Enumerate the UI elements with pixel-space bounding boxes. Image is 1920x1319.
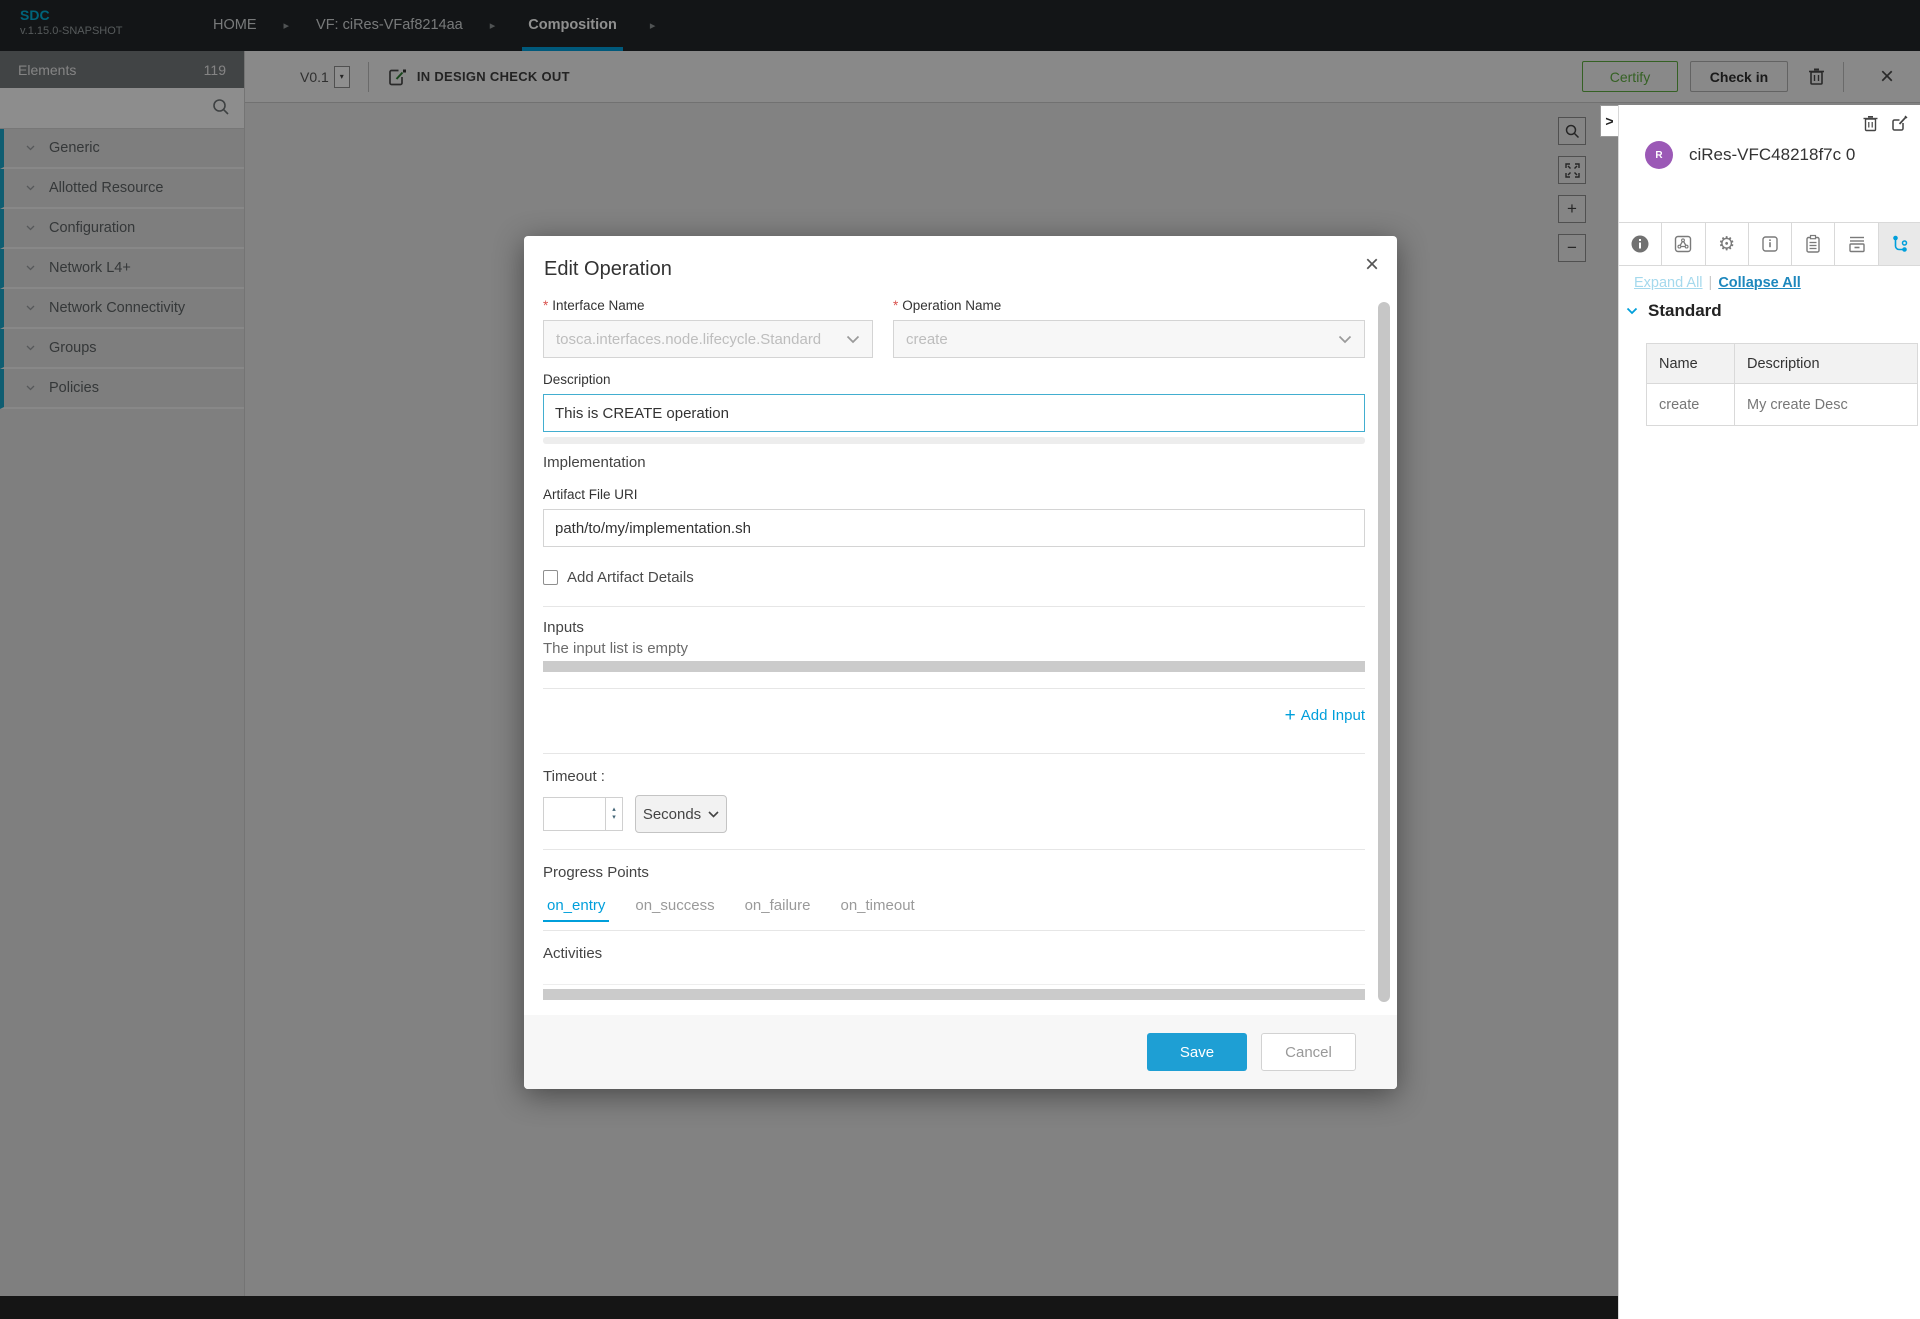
timeout-unit-select[interactable]: Seconds [635,795,727,833]
delete-component-icon[interactable] [1863,115,1878,132]
add-artifact-details-label: Add Artifact Details [567,569,694,586]
interface-name-label: *Interface Name [543,298,873,313]
modal-footer: Save Cancel [524,1015,1397,1089]
link-separator: | [1709,275,1713,291]
section-divider [543,849,1365,850]
required-marker: * [893,298,898,313]
chevron-down-icon [1626,307,1638,315]
tab-on-success[interactable]: on_success [631,897,718,922]
edit-component-icon[interactable] [1891,115,1908,132]
activities-heading: Activities [543,945,1365,962]
table-row[interactable]: create My create Desc [1647,384,1918,426]
artifact-uri-input[interactable] [543,509,1365,547]
interface-name-value: tosca.interfaces.node.lifecycle.Standard [556,331,821,348]
operation-name-select[interactable]: create [893,320,1365,358]
tab-information[interactable] [1619,223,1662,265]
expand-all-link[interactable]: Expand All [1634,275,1703,291]
column-header-description: Description [1735,344,1918,384]
panel-collapse-button[interactable]: > [1600,105,1619,137]
inputs-empty-text: The input list is empty [543,640,1365,657]
description-label: Description [543,372,1365,387]
component-name: ciRes-VFC48218f7c 0 [1689,145,1855,165]
standard-section-title: Standard [1648,301,1722,321]
chevron-right-icon: > [1605,113,1613,129]
collapse-all-link[interactable]: Collapse All [1718,275,1800,291]
cancel-button[interactable]: Cancel [1261,1033,1356,1071]
section-divider [543,606,1365,607]
gear-icon: ⚙ [1718,235,1735,254]
operations-table: Name Description create My create Desc [1646,343,1918,426]
modal-title: Edit Operation [544,258,672,281]
tab-artifacts[interactable] [1662,223,1705,265]
edit-operation-modal: Edit Operation × *Interface Name tosca.i… [524,236,1397,1089]
chevron-down-icon [708,811,719,818]
modal-close-icon[interactable]: × [1365,254,1379,276]
chevron-down-icon [1338,335,1352,344]
avatar-letter: R [1655,150,1662,161]
add-artifact-details-checkbox-row[interactable]: Add Artifact Details [543,569,1365,586]
artifact-uri-label: Artifact File URI [543,487,1365,502]
timeout-input[interactable] [544,798,605,830]
interface-name-select[interactable]: tosca.interfaces.node.lifecycle.Standard [543,320,873,358]
plus-icon: + [1285,705,1296,726]
tab-operations-active[interactable] [1879,223,1920,265]
number-spinner[interactable]: ▴ ▾ [605,798,622,830]
detail-tabs: ⚙ [1619,222,1920,266]
component-detail-panel: > R ciRes-VFC48218f7c 0 ⚙ [1600,105,1920,1319]
description-scrollbar[interactable] [543,437,1365,444]
tab-on-entry-active[interactable]: on_entry [543,897,609,922]
tab-settings[interactable]: ⚙ [1706,223,1749,265]
tab-properties[interactable] [1749,223,1792,265]
progress-points-heading: Progress Points [543,864,1365,881]
timeout-unit-value: Seconds [643,806,701,823]
column-header-name: Name [1647,344,1735,384]
thin-divider [543,984,1365,985]
activities-horizontal-scrollbar[interactable] [543,989,1365,1000]
modal-scrollbar[interactable] [1378,302,1390,1002]
implementation-heading: Implementation [543,454,1365,471]
operation-desc-cell: My create Desc [1735,384,1918,426]
chevron-down-icon [846,335,860,344]
add-input-link[interactable]: +Add Input [1285,707,1365,724]
modal-backdrop [0,0,1920,105]
table-header-row: Name Description [1647,344,1918,384]
section-divider [543,688,1365,689]
standard-section-toggle[interactable]: Standard [1626,301,1722,321]
tab-deployment[interactable] [1835,223,1878,265]
checkbox-unchecked-icon[interactable] [543,570,558,585]
component-detail-body: R ciRes-VFC48218f7c 0 ⚙ [1618,105,1920,1319]
required-marker: * [543,298,548,313]
timeout-input-box: ▴ ▾ [543,797,623,831]
section-divider [543,930,1365,931]
progress-points-tabs: on_entry on_success on_failure on_timeou… [543,897,1365,922]
save-button[interactable]: Save [1147,1033,1247,1071]
spin-up-icon[interactable]: ▴ [612,806,616,814]
operation-name-cell: create [1647,384,1735,426]
tab-on-failure[interactable]: on_failure [741,897,815,922]
avatar: R [1645,141,1673,169]
modal-body: *Interface Name tosca.interfaces.node.li… [543,298,1365,1000]
spin-down-icon[interactable]: ▾ [612,814,616,822]
tab-requirements[interactable] [1792,223,1835,265]
operation-name-label: *Operation Name [893,298,1365,313]
tab-on-timeout[interactable]: on_timeout [836,897,918,922]
description-input[interactable] [543,394,1365,432]
section-divider [543,753,1365,754]
inputs-heading: Inputs [543,619,1365,636]
timeout-label: Timeout : [543,768,1365,785]
operation-name-value: create [906,331,948,348]
inputs-horizontal-scrollbar[interactable] [543,661,1365,672]
